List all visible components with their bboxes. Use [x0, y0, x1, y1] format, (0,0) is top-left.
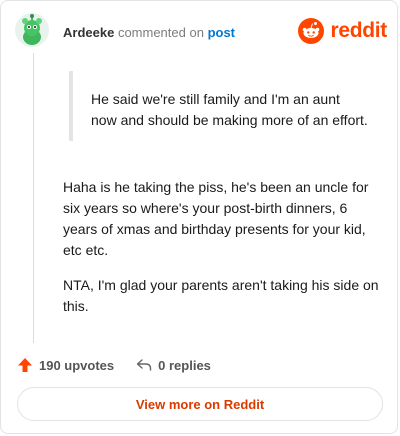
brand-name: reddit: [330, 19, 387, 42]
quoted-text: He said we're still family and I'm an au…: [69, 71, 369, 141]
reply-count: 0 replies: [158, 357, 211, 373]
post-link[interactable]: post: [208, 25, 235, 40]
comment-meta: Ardeeke commented on post: [63, 25, 235, 41]
embed-card: Ardeeke commented on post reddit He said…: [0, 0, 398, 434]
comment-paragraph: NTA, I'm glad your parents aren't taking…: [63, 277, 379, 314]
upvote-button[interactable]: 190 upvotes: [17, 357, 114, 373]
snoo-avatar-icon[interactable]: [15, 13, 49, 47]
comment-paragraph: Haha is he taking the piss, he's been an…: [63, 179, 369, 258]
action-text: commented on: [117, 25, 204, 40]
upvote-arrow-icon: [18, 358, 32, 372]
thread-line: [33, 53, 34, 343]
comment-actions: 190 upvotes 0 replies: [17, 355, 233, 375]
username[interactable]: Ardeeke: [63, 25, 114, 40]
upvote-count: 190 upvotes: [39, 357, 115, 373]
reddit-brand[interactable]: reddit: [298, 17, 387, 45]
comment-body: Haha is he taking the piss, he's been an…: [63, 177, 383, 331]
view-more-button[interactable]: View more on Reddit: [17, 387, 383, 421]
comment-header: Ardeeke commented on post reddit: [15, 13, 387, 53]
reddit-logo-icon: [298, 18, 325, 44]
reply-arrow-icon: [136, 359, 152, 371]
reply-button[interactable]: 0 replies: [136, 357, 211, 373]
